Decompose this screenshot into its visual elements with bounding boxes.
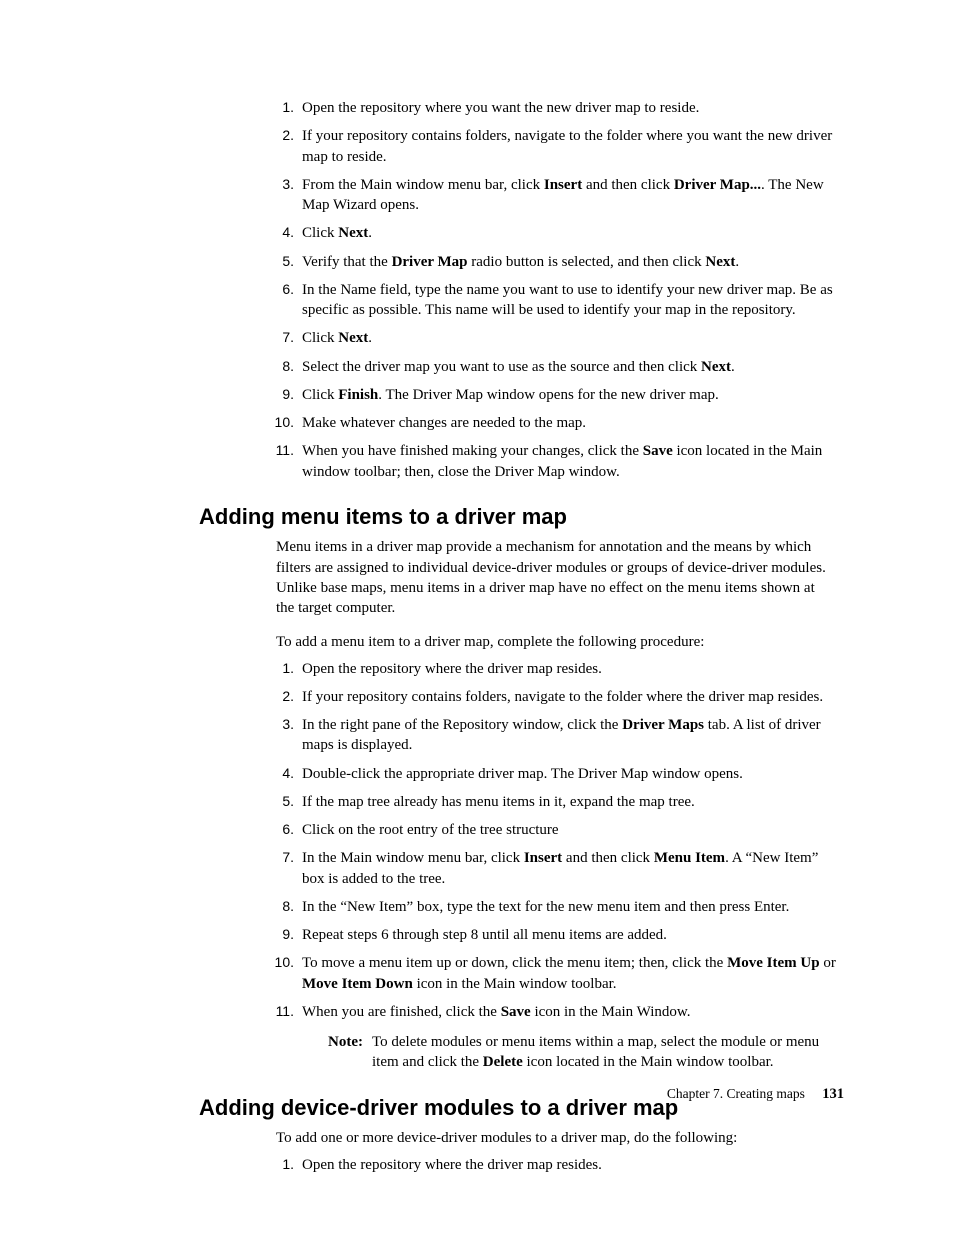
item-number: 7.: [264, 328, 294, 347]
item-text: In the right pane of the Repository wind…: [302, 717, 821, 753]
list-item: 7.In the Main window menu bar, click Ins…: [276, 848, 836, 889]
item-text: To move a menu item up or down, click th…: [302, 955, 836, 991]
list-item: 3.In the right pane of the Repository wi…: [276, 715, 836, 756]
item-number: 6.: [264, 820, 294, 839]
ordered-list-3: 1.Open the repository where the driver m…: [276, 1155, 836, 1175]
list-item: 3.From the Main window menu bar, click I…: [276, 175, 836, 216]
item-number: 8.: [264, 357, 294, 376]
footer-chapter: Chapter 7. Creating maps: [667, 1086, 805, 1101]
paragraph: Menu items in a driver map provide a mec…: [276, 537, 836, 618]
item-text: Double-click the appropriate driver map.…: [302, 766, 743, 782]
item-text: Verify that the Driver Map radio button …: [302, 254, 739, 270]
item-number: 3.: [264, 175, 294, 194]
item-text: Repeat steps 6 through step 8 until all …: [302, 927, 667, 943]
item-number: 8.: [264, 897, 294, 916]
list-item: 8.In the “New Item” box, type the text f…: [276, 897, 836, 917]
item-number: 1.: [264, 659, 294, 678]
item-text: Click Next.: [302, 330, 372, 346]
list-item: 11.When you are finished, click the Save…: [276, 1002, 836, 1073]
item-text: From the Main window menu bar, click Ins…: [302, 177, 824, 213]
list-item: 10.Make whatever changes are needed to t…: [276, 413, 836, 433]
item-number: 7.: [264, 848, 294, 867]
item-text: In the Main window menu bar, click Inser…: [302, 850, 818, 886]
item-number: 4.: [264, 764, 294, 783]
item-number: 5.: [264, 252, 294, 271]
item-number: 9.: [264, 385, 294, 404]
item-number: 1.: [264, 1155, 294, 1174]
page-footer: Chapter 7. Creating maps 131: [667, 1085, 844, 1105]
item-text: Open the repository where the driver map…: [302, 661, 602, 677]
item-text: In the “New Item” box, type the text for…: [302, 899, 789, 915]
footer-page-number: 131: [822, 1086, 844, 1102]
item-text: Make whatever changes are needed to the …: [302, 415, 586, 431]
list-item: 10.To move a menu item up or down, click…: [276, 953, 836, 994]
list-item: 1.Open the repository where the driver m…: [276, 659, 836, 679]
item-number: 2.: [264, 126, 294, 145]
paragraph: To add a menu item to a driver map, comp…: [276, 632, 836, 652]
page: 1. Open the repository where you want the…: [0, 0, 954, 1183]
note-block: Note: To delete modules or menu items wi…: [328, 1032, 836, 1073]
item-number: 3.: [264, 715, 294, 734]
list-item: 2.If your repository contains folders, n…: [276, 687, 836, 707]
item-text: Click on the root entry of the tree stru…: [302, 822, 559, 838]
item-number: 1.: [264, 98, 294, 117]
ordered-list-2: 1.Open the repository where the driver m…: [276, 659, 836, 1073]
note-text: To delete modules or menu items within a…: [372, 1034, 819, 1070]
item-text: When you are finished, click the Save ic…: [302, 1004, 690, 1020]
item-text: Open the repository where you want the n…: [302, 100, 699, 116]
item-text: When you have finished making your chang…: [302, 443, 822, 479]
list-item: 11.When you have finished making your ch…: [276, 441, 836, 482]
list-item: 8.Select the driver map you want to use …: [276, 357, 836, 377]
paragraph: To add one or more device-driver modules…: [276, 1128, 836, 1148]
list-item: 1.Open the repository where you want the…: [276, 98, 836, 118]
list-item: 2.If your repository contains folders, n…: [276, 126, 836, 167]
list-item: 1.Open the repository where the driver m…: [276, 1155, 836, 1175]
item-number: 9.: [264, 925, 294, 944]
item-text: Click Finish. The Driver Map window open…: [302, 387, 719, 403]
item-text: If the map tree already has menu items i…: [302, 794, 695, 810]
list-item: 5.If the map tree already has menu items…: [276, 792, 836, 812]
item-text: Select the driver map you want to use as…: [302, 359, 735, 375]
list-item: 4.Click Next.: [276, 223, 836, 243]
list-item: 4.Double-click the appropriate driver ma…: [276, 764, 836, 784]
item-number: 10.: [264, 953, 294, 972]
item-number: 6.: [264, 280, 294, 299]
item-number: 2.: [264, 687, 294, 706]
item-text: Open the repository where the driver map…: [302, 1157, 602, 1173]
item-number: 4.: [264, 223, 294, 242]
list-item: 6.In the Name field, type the name you w…: [276, 280, 836, 321]
item-text: If your repository contains folders, nav…: [302, 689, 823, 705]
ordered-list-1: 1.Open the repository where you want the…: [276, 98, 836, 482]
item-text: In the Name field, type the name you wan…: [302, 282, 833, 318]
item-number: 11.: [264, 441, 294, 460]
list-item: 6.Click on the root entry of the tree st…: [276, 820, 836, 840]
note-label: Note:: [328, 1032, 363, 1052]
list-item: 7.Click Next.: [276, 328, 836, 348]
item-text: Click Next.: [302, 225, 372, 241]
item-number: 5.: [264, 792, 294, 811]
item-number: 10.: [264, 413, 294, 432]
item-text: If your repository contains folders, nav…: [302, 128, 832, 164]
section-heading-menu-items: Adding menu items to a driver map: [199, 502, 836, 532]
list-item: 9.Repeat steps 6 through step 8 until al…: [276, 925, 836, 945]
item-number: 11.: [264, 1002, 294, 1021]
list-item: 9.Click Finish. The Driver Map window op…: [276, 385, 836, 405]
list-item: 5.Verify that the Driver Map radio butto…: [276, 252, 836, 272]
